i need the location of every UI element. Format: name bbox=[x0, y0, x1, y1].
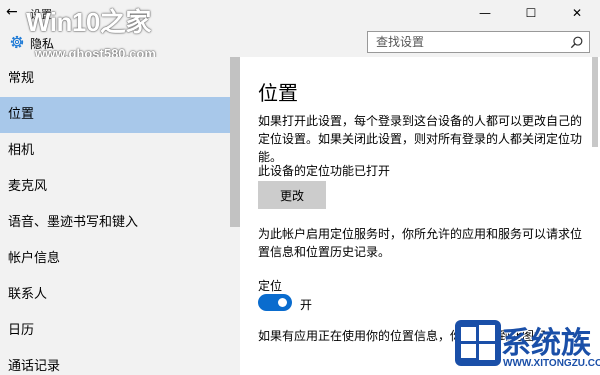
minimize-button[interactable]: — bbox=[462, 0, 508, 27]
account-location-paragraph: 为此帐户启用定位服务时，你所允许的应用和服务可以请求位置信息和位置历史记录。 bbox=[258, 227, 583, 259]
brand-url: WWW.XITONGZU.COM bbox=[503, 358, 600, 369]
sidebar-item-microphone[interactable]: 麦克风 bbox=[0, 169, 240, 205]
brand-logo: 系统族 WWW.XITONGZU.COM bbox=[455, 318, 600, 375]
sidebar-item-general[interactable]: 常规 bbox=[0, 61, 240, 97]
gear-icon bbox=[10, 35, 24, 49]
back-button[interactable]: ← bbox=[6, 3, 24, 21]
sidebar-scrollbar[interactable] bbox=[230, 57, 240, 227]
location-label: 定位 bbox=[258, 279, 283, 293]
maximize-button[interactable]: ☐ bbox=[508, 0, 554, 27]
sidebar-item-contacts[interactable]: 联系人 bbox=[0, 277, 240, 313]
sidebar-item-speech-inking-typing[interactable]: 语音、墨迹书写和键入 bbox=[0, 205, 240, 241]
search-icon[interactable] bbox=[570, 35, 584, 49]
brand-name: 系统族 bbox=[501, 327, 591, 360]
toggle-state-label: 开 bbox=[300, 298, 313, 312]
sidebar: 常规 位置 相机 麦克风 语音、墨迹书写和键入 帐户信息 联系人 日历 通话记录 bbox=[0, 57, 240, 375]
sidebar-item-call-history[interactable]: 通话记录 bbox=[0, 349, 240, 375]
toggle-knob bbox=[278, 298, 287, 307]
content-scrollbar[interactable] bbox=[592, 57, 598, 147]
search-input[interactable] bbox=[368, 32, 558, 52]
description-paragraph: 如果打开此设置，每个登录到这台设备的人都可以更改自己的定位设置。如果关闭此设置，… bbox=[258, 114, 583, 164]
page-title: 位置 bbox=[258, 81, 298, 105]
sidebar-item-camera[interactable]: 相机 bbox=[0, 133, 240, 169]
watermark-title: Win10之家 bbox=[26, 7, 151, 37]
search-box[interactable] bbox=[367, 31, 590, 53]
windows-logo-icon bbox=[455, 320, 501, 366]
sidebar-item-location[interactable]: 位置 bbox=[0, 97, 240, 133]
location-toggle[interactable] bbox=[258, 294, 292, 311]
sidebar-item-calendar[interactable]: 日历 bbox=[0, 313, 240, 349]
sidebar-item-account-info[interactable]: 帐户信息 bbox=[0, 241, 240, 277]
change-button[interactable]: 更改 bbox=[258, 181, 326, 209]
close-button[interactable]: ✕ bbox=[554, 0, 600, 27]
device-location-status: 此设备的定位功能已打开 bbox=[258, 164, 391, 178]
